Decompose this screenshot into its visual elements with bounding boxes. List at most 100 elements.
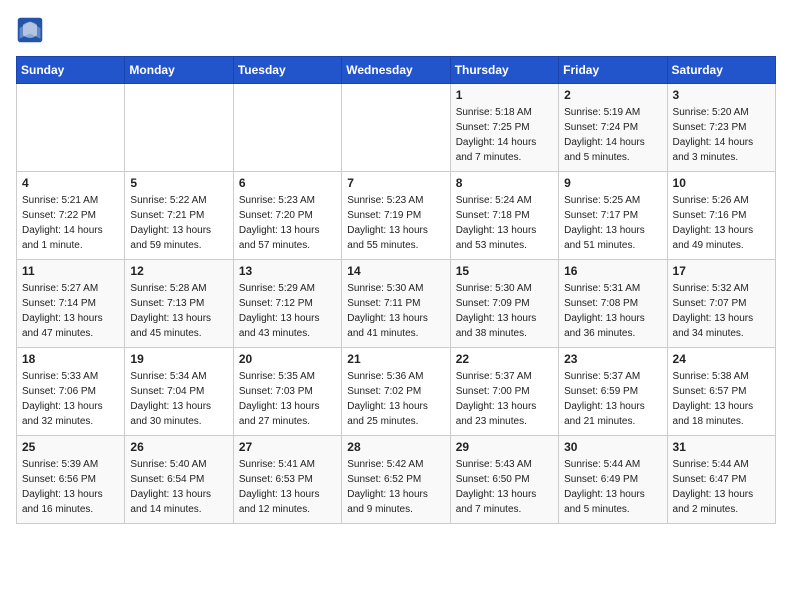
day-info: Sunrise: 5:24 AM Sunset: 7:18 PM Dayligh…	[456, 193, 553, 253]
calendar-cell: 15 Sunrise: 5:30 AM Sunset: 7:09 PM Dayli…	[450, 260, 558, 348]
calendar-cell: 21 Sunrise: 5:36 AM Sunset: 7:02 PM Dayli…	[342, 348, 450, 436]
calendar-cell	[125, 84, 233, 172]
day-info: Sunrise: 5:37 AM Sunset: 6:59 PM Dayligh…	[564, 369, 661, 429]
day-number: 26	[130, 440, 227, 454]
day-info: Sunrise: 5:30 AM Sunset: 7:09 PM Dayligh…	[456, 281, 553, 341]
page-header	[16, 16, 776, 44]
day-number: 23	[564, 352, 661, 366]
calendar-cell: 31Sunrise: 5:44 AM Sunset: 6:47 PM Dayli…	[667, 436, 775, 524]
day-number: 24	[673, 352, 770, 366]
calendar-cell: 30 Sunrise: 5:44 AM Sunset: 6:49 PM Dayli…	[559, 436, 667, 524]
day-number: 21	[347, 352, 444, 366]
calendar-week-row: 4Sunrise: 5:21 AM Sunset: 7:22 PM Daylig…	[17, 172, 776, 260]
day-number: 8	[456, 176, 553, 190]
calendar-cell: 29 Sunrise: 5:43 AM Sunset: 6:50 PM Dayli…	[450, 436, 558, 524]
day-number: 22	[456, 352, 553, 366]
calendar-cell: 1 Sunrise: 5:18 AM Sunset: 7:25 PM Daylig…	[450, 84, 558, 172]
day-info: Sunrise: 5:29 AM Sunset: 7:12 PM Dayligh…	[239, 281, 336, 341]
calendar-cell: 26 Sunrise: 5:40 AM Sunset: 6:54 PM Dayli…	[125, 436, 233, 524]
calendar-cell: 16 Sunrise: 5:31 AM Sunset: 7:08 PM Dayli…	[559, 260, 667, 348]
day-number: 15	[456, 264, 553, 278]
day-number: 1	[456, 88, 553, 102]
calendar-cell: 7 Sunrise: 5:23 AM Sunset: 7:19 PM Daylig…	[342, 172, 450, 260]
calendar-week-row: 25Sunrise: 5:39 AM Sunset: 6:56 PM Dayli…	[17, 436, 776, 524]
day-number: 28	[347, 440, 444, 454]
calendar-cell: 22 Sunrise: 5:37 AM Sunset: 7:00 PM Dayli…	[450, 348, 558, 436]
day-number: 5	[130, 176, 227, 190]
day-number: 30	[564, 440, 661, 454]
day-info: Sunrise: 5:34 AM Sunset: 7:04 PM Dayligh…	[130, 369, 227, 429]
calendar-table: SundayMondayTuesdayWednesdayThursdayFrid…	[16, 56, 776, 524]
weekday-header: Tuesday	[233, 57, 341, 84]
day-number: 17	[673, 264, 770, 278]
calendar-cell: 13Sunrise: 5:29 AM Sunset: 7:12 PM Dayli…	[233, 260, 341, 348]
calendar-cell: 11 Sunrise: 5:27 AM Sunset: 7:14 PM Dayli…	[17, 260, 125, 348]
calendar-cell: 23 Sunrise: 5:37 AM Sunset: 6:59 PM Dayli…	[559, 348, 667, 436]
day-info: Sunrise: 5:41 AM Sunset: 6:53 PM Dayligh…	[239, 457, 336, 517]
day-info: Sunrise: 5:28 AM Sunset: 7:13 PM Dayligh…	[130, 281, 227, 341]
day-info: Sunrise: 5:21 AM Sunset: 7:22 PM Dayligh…	[22, 193, 119, 253]
calendar-cell	[233, 84, 341, 172]
day-info: Sunrise: 5:32 AM Sunset: 7:07 PM Dayligh…	[673, 281, 770, 341]
calendar-cell: 12 Sunrise: 5:28 AM Sunset: 7:13 PM Dayli…	[125, 260, 233, 348]
logo	[16, 16, 48, 44]
calendar-cell: 28 Sunrise: 5:42 AM Sunset: 6:52 PM Dayli…	[342, 436, 450, 524]
day-info: Sunrise: 5:20 AM Sunset: 7:23 PM Dayligh…	[673, 105, 770, 165]
day-number: 29	[456, 440, 553, 454]
day-info: Sunrise: 5:27 AM Sunset: 7:14 PM Dayligh…	[22, 281, 119, 341]
calendar-body: 1 Sunrise: 5:18 AM Sunset: 7:25 PM Daylig…	[17, 84, 776, 524]
calendar-cell: 10 Sunrise: 5:26 AM Sunset: 7:16 PM Dayli…	[667, 172, 775, 260]
calendar-cell: 14Sunrise: 5:30 AM Sunset: 7:11 PM Dayli…	[342, 260, 450, 348]
weekday-header: Wednesday	[342, 57, 450, 84]
day-info: Sunrise: 5:23 AM Sunset: 7:20 PM Dayligh…	[239, 193, 336, 253]
day-number: 16	[564, 264, 661, 278]
day-number: 9	[564, 176, 661, 190]
calendar-week-row: 11 Sunrise: 5:27 AM Sunset: 7:14 PM Dayli…	[17, 260, 776, 348]
day-number: 7	[347, 176, 444, 190]
day-info: Sunrise: 5:23 AM Sunset: 7:19 PM Dayligh…	[347, 193, 444, 253]
calendar-cell: 9 Sunrise: 5:25 AM Sunset: 7:17 PM Daylig…	[559, 172, 667, 260]
weekday-header: Thursday	[450, 57, 558, 84]
day-info: Sunrise: 5:33 AM Sunset: 7:06 PM Dayligh…	[22, 369, 119, 429]
day-number: 6	[239, 176, 336, 190]
day-info: Sunrise: 5:36 AM Sunset: 7:02 PM Dayligh…	[347, 369, 444, 429]
calendar-cell: 27 Sunrise: 5:41 AM Sunset: 6:53 PM Dayli…	[233, 436, 341, 524]
day-info: Sunrise: 5:44 AM Sunset: 6:49 PM Dayligh…	[564, 457, 661, 517]
day-info: Sunrise: 5:40 AM Sunset: 6:54 PM Dayligh…	[130, 457, 227, 517]
day-number: 27	[239, 440, 336, 454]
calendar-cell: 25Sunrise: 5:39 AM Sunset: 6:56 PM Dayli…	[17, 436, 125, 524]
day-info: Sunrise: 5:42 AM Sunset: 6:52 PM Dayligh…	[347, 457, 444, 517]
day-info: Sunrise: 5:25 AM Sunset: 7:17 PM Dayligh…	[564, 193, 661, 253]
weekday-header: Sunday	[17, 57, 125, 84]
calendar-week-row: 1 Sunrise: 5:18 AM Sunset: 7:25 PM Daylig…	[17, 84, 776, 172]
day-info: Sunrise: 5:31 AM Sunset: 7:08 PM Dayligh…	[564, 281, 661, 341]
day-info: Sunrise: 5:26 AM Sunset: 7:16 PM Dayligh…	[673, 193, 770, 253]
day-info: Sunrise: 5:43 AM Sunset: 6:50 PM Dayligh…	[456, 457, 553, 517]
weekday-header: Monday	[125, 57, 233, 84]
weekday-header: Friday	[559, 57, 667, 84]
calendar-header: SundayMondayTuesdayWednesdayThursdayFrid…	[17, 57, 776, 84]
day-info: Sunrise: 5:39 AM Sunset: 6:56 PM Dayligh…	[22, 457, 119, 517]
calendar-cell: 18 Sunrise: 5:33 AM Sunset: 7:06 PM Dayli…	[17, 348, 125, 436]
day-number: 18	[22, 352, 119, 366]
calendar-cell: 6 Sunrise: 5:23 AM Sunset: 7:20 PM Daylig…	[233, 172, 341, 260]
calendar-cell	[342, 84, 450, 172]
calendar-cell	[17, 84, 125, 172]
calendar-week-row: 18 Sunrise: 5:33 AM Sunset: 7:06 PM Dayli…	[17, 348, 776, 436]
calendar-cell: 4Sunrise: 5:21 AM Sunset: 7:22 PM Daylig…	[17, 172, 125, 260]
calendar-cell: 24 Sunrise: 5:38 AM Sunset: 6:57 PM Dayli…	[667, 348, 775, 436]
calendar-cell: 5Sunrise: 5:22 AM Sunset: 7:21 PM Daylig…	[125, 172, 233, 260]
day-info: Sunrise: 5:37 AM Sunset: 7:00 PM Dayligh…	[456, 369, 553, 429]
day-info: Sunrise: 5:18 AM Sunset: 7:25 PM Dayligh…	[456, 105, 553, 165]
calendar-cell: 8 Sunrise: 5:24 AM Sunset: 7:18 PM Daylig…	[450, 172, 558, 260]
day-number: 12	[130, 264, 227, 278]
day-info: Sunrise: 5:35 AM Sunset: 7:03 PM Dayligh…	[239, 369, 336, 429]
day-number: 31	[673, 440, 770, 454]
calendar-cell: 20Sunrise: 5:35 AM Sunset: 7:03 PM Dayli…	[233, 348, 341, 436]
calendar-cell: 2Sunrise: 5:19 AM Sunset: 7:24 PM Daylig…	[559, 84, 667, 172]
day-number: 11	[22, 264, 119, 278]
day-info: Sunrise: 5:38 AM Sunset: 6:57 PM Dayligh…	[673, 369, 770, 429]
day-number: 2	[564, 88, 661, 102]
day-number: 10	[673, 176, 770, 190]
weekday-header: Saturday	[667, 57, 775, 84]
